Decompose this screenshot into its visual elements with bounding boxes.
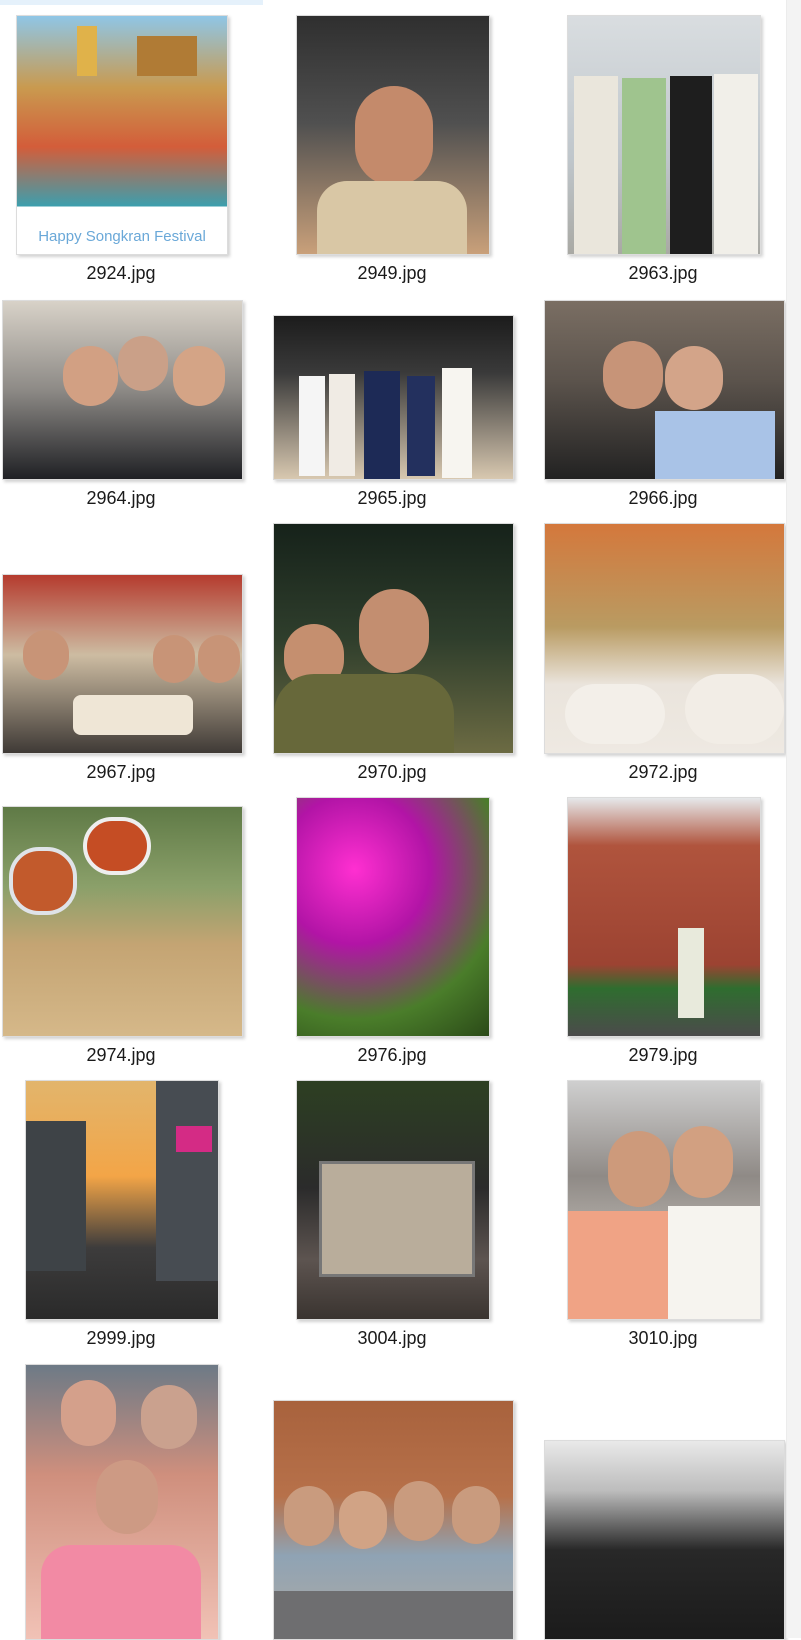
thumbnail-2965[interactable] <box>273 315 514 480</box>
file-name[interactable]: 2964.jpg <box>21 488 221 509</box>
file-name[interactable]: 2924.jpg <box>21 263 221 284</box>
file-name[interactable]: 2976.jpg <box>292 1045 492 1066</box>
file-name[interactable]: 2967.jpg <box>21 762 221 783</box>
thumbnail-2967[interactable] <box>2 574 243 754</box>
thumbnail-row6-1[interactable] <box>25 1364 219 1640</box>
thumbnail-2976[interactable] <box>296 797 490 1037</box>
festival-banner-text: Happy Songkran Festival <box>29 225 215 248</box>
thumbnail-2966[interactable] <box>544 300 785 480</box>
file-name[interactable]: 2970.jpg <box>292 762 492 783</box>
thumbnail-row6-3[interactable] <box>544 1440 785 1640</box>
file-name[interactable]: 2972.jpg <box>563 762 763 783</box>
file-name[interactable]: 2974.jpg <box>21 1045 221 1066</box>
vertical-scrollbar[interactable] <box>786 0 801 1638</box>
thumbnail-3004[interactable] <box>296 1080 490 1320</box>
file-name[interactable]: 3010.jpg <box>563 1328 763 1349</box>
selection-highlight <box>0 0 263 5</box>
file-name[interactable]: 2963.jpg <box>563 263 763 284</box>
thumbnail-2970[interactable] <box>273 523 514 754</box>
file-name[interactable]: 2979.jpg <box>563 1045 763 1066</box>
file-name[interactable]: 2965.jpg <box>292 488 492 509</box>
thumbnail-2963[interactable] <box>567 15 761 255</box>
file-name[interactable]: 2949.jpg <box>292 263 492 284</box>
thumbnail-2924[interactable]: Happy Songkran Festival <box>16 15 228 255</box>
thumbnail-2979[interactable] <box>567 797 761 1037</box>
file-name[interactable]: 2999.jpg <box>21 1328 221 1349</box>
thumbnail-2949[interactable] <box>296 15 490 255</box>
thumbnail-2964[interactable] <box>2 300 243 480</box>
thumbnail-row6-2[interactable] <box>273 1400 514 1640</box>
file-name[interactable]: 3004.jpg <box>292 1328 492 1349</box>
file-name[interactable]: 2966.jpg <box>563 488 763 509</box>
thumbnail-2999[interactable] <box>25 1080 219 1320</box>
thumbnail-3010[interactable] <box>567 1080 761 1320</box>
thumbnail-2974[interactable] <box>2 806 243 1037</box>
thumbnail-2972[interactable] <box>544 523 785 754</box>
